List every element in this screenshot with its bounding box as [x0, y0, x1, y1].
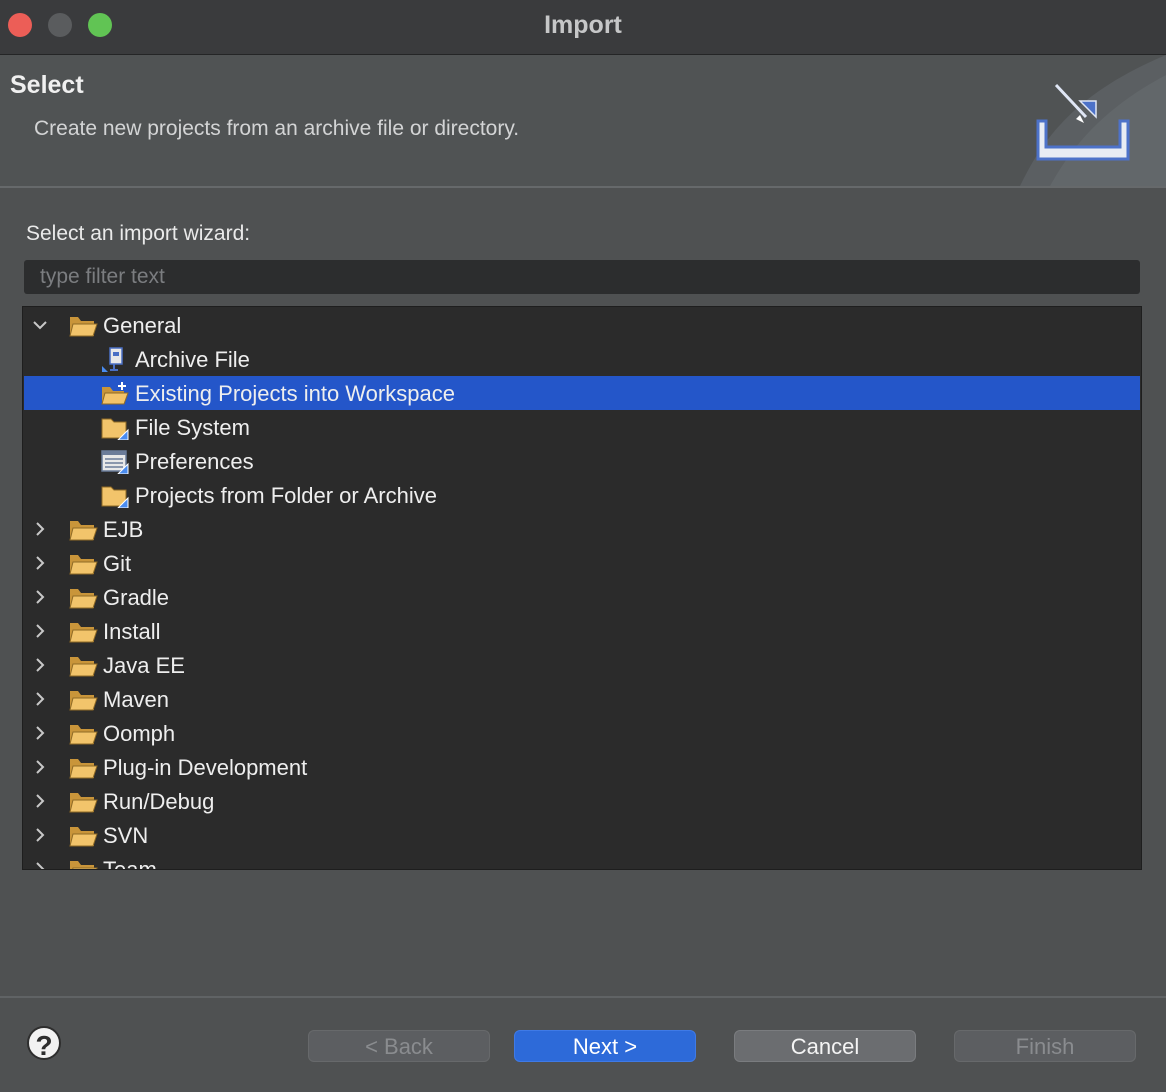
- folder-icon: [101, 418, 129, 440]
- folder-open-icon: [69, 589, 98, 609]
- tree-item-team[interactable]: Team: [24, 852, 1140, 870]
- folder-open-icon: [69, 691, 98, 711]
- tree-item-general[interactable]: General: [24, 308, 1140, 342]
- tree-item-run-debug[interactable]: Run/Debug: [24, 784, 1140, 818]
- tree-item-label: Archive File: [135, 347, 250, 372]
- tree-item-label: Java EE: [103, 653, 185, 678]
- preferences-icon: [101, 450, 129, 474]
- title-bar: Import: [0, 0, 1166, 55]
- footer-divider: [0, 996, 1166, 998]
- tree-item-plug-in-development[interactable]: Plug-in Development: [24, 750, 1140, 784]
- folder-open-icon: [70, 861, 98, 869]
- tree-item-label: File System: [135, 415, 250, 440]
- folder-open-icon: [69, 317, 98, 337]
- back-button[interactable]: < Back: [308, 1030, 490, 1062]
- next-button[interactable]: Next >: [514, 1030, 696, 1062]
- tree-item-projects-from-folder[interactable]: Projects from Folder or Archive: [24, 478, 1140, 512]
- tree-item-label: SVN: [103, 823, 149, 848]
- chevron-right-icon[interactable]: [32, 759, 48, 775]
- folder-open-icon: [69, 657, 98, 677]
- folder-icon: [101, 486, 129, 508]
- tree-item-svn[interactable]: SVN: [24, 818, 1140, 852]
- tree-item-label: General: [103, 313, 182, 338]
- tree-item-git[interactable]: Git: [24, 546, 1140, 580]
- folder-open-icon: [69, 623, 98, 643]
- wizard-prompt: Select an import wizard:: [26, 222, 251, 245]
- import-wizard-icon: [1020, 55, 1166, 186]
- folder-open-icon: [69, 827, 98, 847]
- help-button[interactable]: ?: [27, 1026, 61, 1061]
- archive-file-icon: [102, 347, 123, 372]
- cancel-button[interactable]: Cancel: [734, 1030, 916, 1062]
- chevron-right-icon[interactable]: [32, 827, 48, 843]
- tree-item-label: Oomph: [103, 721, 176, 746]
- tree-item-label: Maven: [103, 687, 170, 712]
- tree-item-label: Gradle: [103, 585, 170, 610]
- chevron-right-icon[interactable]: [32, 657, 48, 673]
- chevron-right-icon[interactable]: [32, 555, 48, 571]
- tree-item-archive-file[interactable]: Archive File: [24, 342, 1140, 376]
- folder-open-icon: [69, 521, 98, 541]
- tree-item-existing-projects[interactable]: Existing Projects into Workspace: [24, 376, 1140, 410]
- chevron-right-icon[interactable]: [32, 861, 48, 870]
- chevron-right-icon[interactable]: [32, 521, 48, 537]
- tree-item-file-system[interactable]: File System: [24, 410, 1140, 444]
- tree-item-install[interactable]: Install: [24, 614, 1140, 648]
- tree-item-oomph[interactable]: Oomph: [24, 716, 1140, 750]
- tree-item-preferences[interactable]: Preferences: [24, 444, 1140, 478]
- tree-item-label: Run/Debug: [103, 789, 215, 814]
- page-title: Select: [10, 71, 84, 99]
- tree-item-ejb[interactable]: EJB: [24, 512, 1140, 546]
- chevron-down-icon[interactable]: [32, 317, 48, 333]
- chevron-right-icon[interactable]: [32, 623, 48, 639]
- tree-item-label: Git: [103, 551, 132, 576]
- folder-open-icon: [69, 555, 98, 575]
- folder-open-icon: [69, 793, 98, 813]
- tree-item-gradle[interactable]: Gradle: [24, 580, 1140, 614]
- tree-item-label: Plug-in Development: [103, 755, 308, 780]
- chevron-right-icon[interactable]: [32, 589, 48, 605]
- tree-item-label: Team: [103, 857, 157, 870]
- tree-item-label: Existing Projects into Workspace: [135, 381, 455, 406]
- finish-button[interactable]: Finish: [954, 1030, 1136, 1062]
- chevron-right-icon[interactable]: [32, 691, 48, 707]
- wizard-tree[interactable]: General Archive File Existing Projects i…: [22, 306, 1142, 870]
- existing-project-icon: [101, 382, 129, 405]
- tree-item-label: Projects from Folder or Archive: [135, 483, 437, 508]
- page-description: Create new projects from an archive file…: [34, 117, 520, 140]
- chevron-right-icon[interactable]: [32, 793, 48, 809]
- tree-item-label: Install: [103, 619, 161, 644]
- window-title: Import: [544, 11, 622, 39]
- tree-item-label: Preferences: [135, 449, 254, 474]
- tree-item-label: EJB: [103, 517, 144, 542]
- filter-input[interactable]: [24, 260, 1140, 294]
- folder-open-icon: [69, 725, 98, 745]
- tree-item-java-ee[interactable]: Java EE: [24, 648, 1140, 682]
- tree-item-maven[interactable]: Maven: [24, 682, 1140, 716]
- chevron-right-icon[interactable]: [32, 725, 48, 741]
- folder-open-icon: [69, 759, 98, 779]
- wizard-header: Select Create new projects from an archi…: [0, 55, 1166, 188]
